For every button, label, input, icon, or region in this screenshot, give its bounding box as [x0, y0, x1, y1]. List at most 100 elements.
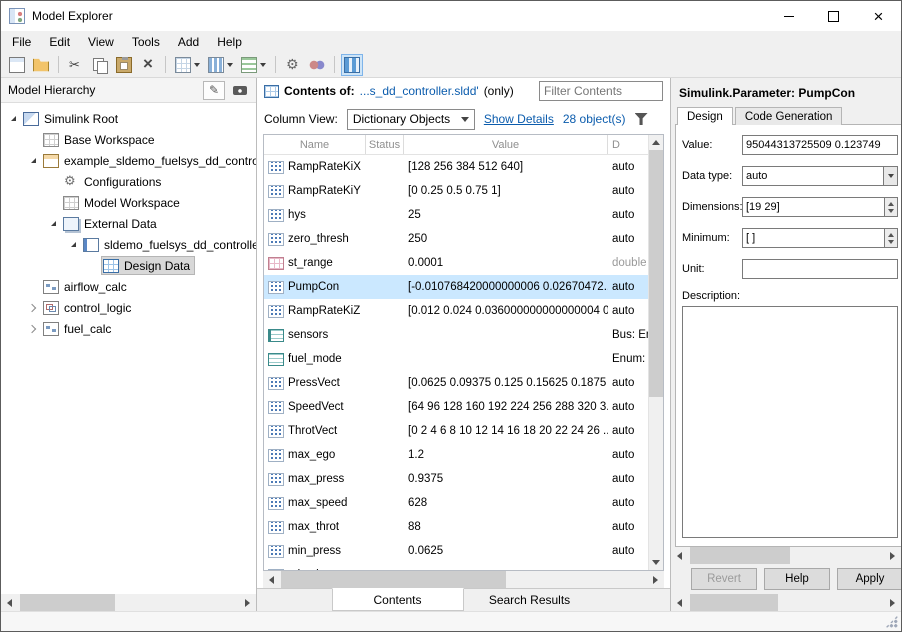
menu-view[interactable]: View: [79, 33, 123, 51]
table-row-max-ego[interactable]: max_ego1.2auto: [264, 443, 648, 467]
dropdown-arrow-icon[interactable]: [194, 63, 200, 67]
camera-icon[interactable]: [229, 81, 251, 100]
table-row-max-press[interactable]: max_press0.9375auto: [264, 467, 648, 491]
scroll-right-icon[interactable]: [239, 594, 256, 611]
resize-grip[interactable]: [885, 615, 898, 628]
tab-search-results[interactable]: Search Results: [464, 589, 596, 611]
tree-item-example-sldemo-fuelsys-dd-controller[interactable]: example_sldemo_fuelsys_dd_controller: [1, 150, 256, 171]
minimize-button[interactable]: [766, 1, 811, 31]
contents-hscrollbar[interactable]: [263, 571, 664, 588]
data-type-input[interactable]: [742, 166, 884, 186]
scroll-track[interactable]: [688, 594, 884, 611]
dropdown-arrow-icon[interactable]: [227, 63, 233, 67]
options-button[interactable]: [282, 54, 304, 76]
table-row-pumpcon[interactable]: PumpCon[-0.010768420000000006 0.02670472…: [264, 275, 648, 299]
filter-contents-input[interactable]: [539, 81, 663, 101]
tree-collapsed-icon[interactable]: [25, 318, 41, 339]
dialog-pane-hscrollbar[interactable]: [671, 594, 901, 611]
tree-item-fuel-calc[interactable]: fuel_calc: [1, 318, 256, 339]
hierarchy-hscrollbar[interactable]: [1, 594, 256, 611]
scroll-left-icon[interactable]: [671, 547, 688, 564]
menu-tools[interactable]: Tools: [123, 33, 169, 51]
description-textarea[interactable]: [682, 306, 898, 538]
data-type-dropdown-icon[interactable]: [884, 166, 898, 186]
table-row-pressvect[interactable]: PressVect[0.0625 0.09375 0.125 0.15625 0…: [264, 371, 648, 395]
table-row-st-range[interactable]: st_range0.0001double: [264, 251, 648, 275]
new-model-button[interactable]: [6, 54, 28, 76]
pencil-icon[interactable]: [203, 81, 225, 100]
scroll-thumb[interactable]: [20, 594, 115, 611]
table-row-hys[interactable]: hys25auto: [264, 203, 648, 227]
show-details-link[interactable]: Show Details: [484, 112, 554, 126]
tree-expanded-icon[interactable]: [5, 108, 21, 129]
table-row-min-press[interactable]: min_press0.0625auto: [264, 539, 648, 563]
close-button[interactable]: [856, 1, 901, 31]
cut-button[interactable]: [65, 54, 87, 76]
table-row-max-throt[interactable]: max_throt88auto: [264, 515, 648, 539]
menu-help[interactable]: Help: [208, 33, 251, 51]
scroll-thumb[interactable]: [690, 547, 790, 564]
minimum-stepper[interactable]: [885, 228, 898, 248]
maximize-button[interactable]: [811, 1, 856, 31]
table-row-zero-thresh[interactable]: zero_thresh250auto: [264, 227, 648, 251]
dialog-hscrollbar[interactable]: [671, 547, 901, 564]
tree-item-airflow-calc[interactable]: airflow_calc: [1, 276, 256, 297]
scroll-right-icon[interactable]: [884, 594, 901, 611]
open-folder-button[interactable]: [30, 54, 52, 76]
scroll-left-icon[interactable]: [263, 571, 280, 588]
table-row-fuel-mode[interactable]: fuel_modeEnum: s...: [264, 347, 648, 371]
scroll-thumb[interactable]: [281, 571, 506, 588]
sort-button[interactable]: [238, 54, 269, 76]
dimensions-input[interactable]: [742, 197, 885, 217]
table-row-rampratekiz[interactable]: RampRateKiZ[0.012 0.024 0.03600000000000…: [264, 299, 648, 323]
tree-item-configurations[interactable]: Configurations: [1, 171, 256, 192]
copy-button[interactable]: [89, 54, 111, 76]
contents-file-link[interactable]: ...s_dd_controller.sldd': [360, 84, 479, 98]
column-view-select[interactable]: Dictionary Objects: [347, 109, 475, 130]
tab-code-generation[interactable]: Code Generation: [735, 107, 843, 125]
delete-button[interactable]: [137, 54, 159, 76]
column-header-value[interactable]: Value: [404, 135, 608, 154]
dimensions-stepper[interactable]: [885, 197, 898, 217]
tree-item-control-logic[interactable]: control_logic: [1, 297, 256, 318]
contents-vscrollbar[interactable]: [648, 135, 663, 570]
scroll-thumb[interactable]: [690, 594, 778, 611]
apply-button[interactable]: Apply: [837, 568, 901, 590]
tree-item-sldemo-fuelsys-dd-controller[interactable]: sldemo_fuelsys_dd_controller: [1, 234, 256, 255]
scroll-thumb[interactable]: [649, 150, 663, 397]
column-header-d[interactable]: D: [608, 135, 648, 154]
view-columns-button[interactable]: [205, 54, 236, 76]
column-header-name[interactable]: Name: [264, 135, 366, 154]
tab-contents[interactable]: Contents: [332, 588, 464, 611]
scroll-track[interactable]: [18, 594, 239, 611]
tree-item-model-workspace[interactable]: Model Workspace: [1, 192, 256, 213]
scroll-track[interactable]: [649, 150, 663, 555]
dialog-pane-button[interactable]: [341, 54, 363, 76]
tree-collapsed-icon[interactable]: [25, 297, 41, 318]
scroll-track[interactable]: [280, 571, 647, 588]
table-row-sensors[interactable]: sensorsBus: En...: [264, 323, 648, 347]
tab-design[interactable]: Design: [677, 107, 733, 125]
dropdown-arrow-icon[interactable]: [260, 63, 266, 67]
filter-funnel-icon[interactable]: [635, 113, 648, 125]
scroll-up-icon[interactable]: [649, 135, 663, 150]
tree-expanded-icon[interactable]: [25, 150, 41, 171]
tree-expanded-icon[interactable]: [45, 213, 61, 234]
scroll-right-icon[interactable]: [884, 547, 901, 564]
paste-button[interactable]: [113, 54, 135, 76]
scroll-right-icon[interactable]: [647, 571, 664, 588]
menu-file[interactable]: File: [3, 33, 40, 51]
scroll-down-icon[interactable]: [649, 555, 663, 570]
unit-input[interactable]: [742, 259, 898, 279]
table-row-min-throt[interactable]: min_throt: [264, 563, 648, 570]
table-row-throtvect[interactable]: ThrotVect[0 2 4 6 8 10 12 14 16 18 20 22…: [264, 419, 648, 443]
table-row-speedvect[interactable]: SpeedVect[64 96 128 160 192 224 256 288 …: [264, 395, 648, 419]
menu-edit[interactable]: Edit: [40, 33, 79, 51]
scroll-left-icon[interactable]: [1, 594, 18, 611]
table-row-max-speed[interactable]: max_speed628auto: [264, 491, 648, 515]
table-row-rampratekiy[interactable]: RampRateKiY[0 0.25 0.5 0.75 1]auto: [264, 179, 648, 203]
revert-button[interactable]: Revert: [691, 568, 757, 590]
tree-item-design-data[interactable]: Design Data: [1, 255, 256, 276]
tree-item-base-workspace[interactable]: Base Workspace: [1, 129, 256, 150]
value-input[interactable]: [742, 135, 898, 155]
